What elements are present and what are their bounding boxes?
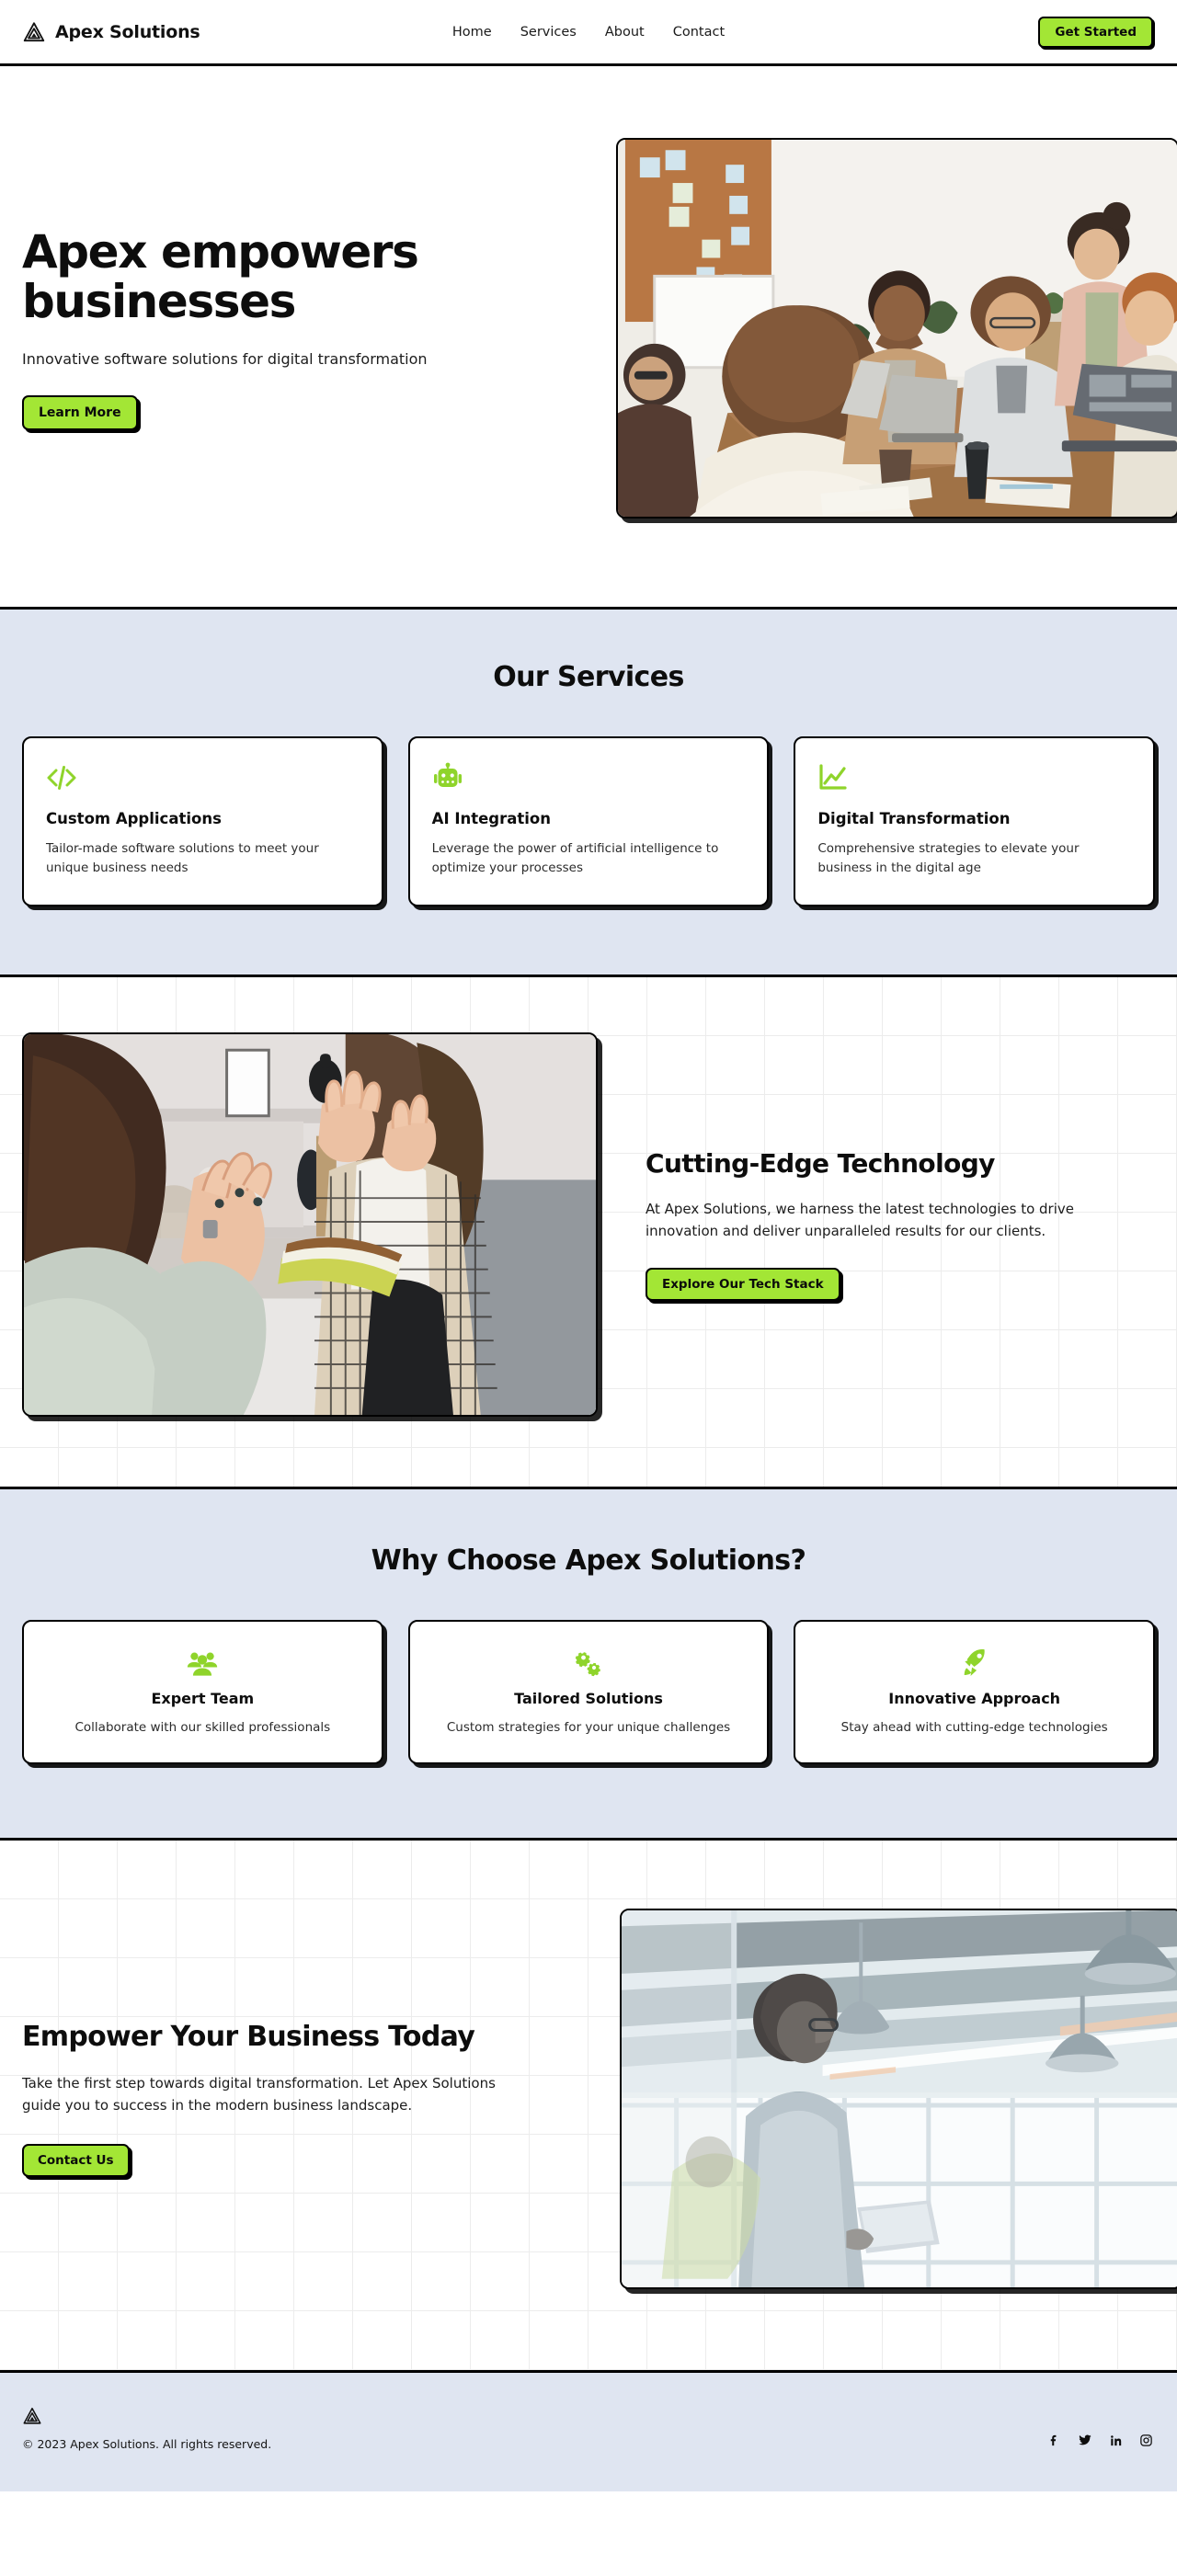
why-card-title: Innovative Approach	[888, 1690, 1061, 1708]
why-card-text: Collaborate with our skilled professiona…	[74, 1720, 331, 1736]
technology-section: Cutting-Edge Technology At Apex Solution…	[0, 975, 1177, 1487]
rocket-icon	[814, 1647, 1135, 1677]
cta-title: Empower Your Business Today	[22, 2021, 475, 2054]
services-title: Our Services	[493, 661, 684, 693]
service-card-title: Digital Transformation	[817, 810, 1011, 827]
robot-icon	[432, 762, 746, 793]
cta-text: Take the first step towards digital tran…	[22, 2075, 496, 2114]
why-card-text: Stay ahead with cutting-edge technologie…	[840, 1720, 1108, 1736]
why-card-innovative-approach[interactable]: Innovative Approach Stay ahead with cutt…	[794, 1620, 1156, 1765]
footer-left: © 2023 Apex Solutions. All rights reserv…	[22, 2406, 271, 2451]
instagram-icon[interactable]	[1139, 2434, 1153, 2447]
learn-more-button[interactable]: Learn More	[22, 394, 138, 430]
footer-social-links	[1047, 2433, 1153, 2451]
nav-item-services[interactable]: Services	[520, 25, 577, 40]
nav-item-home[interactable]: Home	[452, 25, 492, 40]
why-card-title: Tailored Solutions	[514, 1690, 663, 1708]
why-choose-title: Why Choose Apex Solutions?	[371, 1544, 806, 1578]
linkedin-icon[interactable]	[1109, 2434, 1123, 2447]
brand-name: Apex Solutions	[55, 21, 200, 42]
services-section: Our Services Custom Applications Tailor-…	[0, 607, 1177, 975]
site-footer: © 2023 Apex Solutions. All rights reserv…	[0, 2370, 1177, 2492]
hero-title: Apex empowers businesses	[22, 224, 419, 328]
technology-image	[22, 1032, 598, 1418]
service-card-text: Tailor-made software solutions to meet y…	[46, 841, 319, 875]
why-card-tailored-solutions[interactable]: Tailored Solutions Custom strategies for…	[407, 1620, 770, 1765]
service-card-ai-integration[interactable]: AI Integration Leverage the power of art…	[407, 736, 770, 907]
facebook-icon[interactable]	[1047, 2434, 1061, 2447]
hero-subtitle: Innovative software solutions for digita…	[22, 349, 428, 368]
technology-title: Cutting-Edge Technology	[646, 1148, 995, 1180]
contact-us-button[interactable]: Contact Us	[22, 2143, 130, 2177]
users-group-icon	[42, 1647, 363, 1677]
why-card-row: Expert Team Collaborate with our skilled…	[0, 1620, 1177, 1765]
explore-tech-stack-button[interactable]: Explore Our Tech Stack	[646, 1267, 840, 1301]
service-card-title: AI Integration	[431, 810, 551, 827]
service-card-title: Custom Applications	[46, 810, 222, 827]
get-started-button[interactable]: Get Started	[1038, 16, 1153, 48]
service-card-text: Leverage the power of artificial intelli…	[431, 841, 719, 875]
service-card-text: Comprehensive strategies to elevate your…	[817, 841, 1080, 875]
main-nav: Home Services About Contact	[452, 25, 725, 40]
footer-copyright: © 2023 Apex Solutions. All rights reserv…	[22, 2437, 272, 2452]
nav-item-about[interactable]: About	[605, 25, 645, 40]
twitter-icon[interactable]	[1078, 2433, 1092, 2447]
site-header: Apex Solutions Home Services About Conta…	[0, 0, 1177, 66]
line-chart-icon	[817, 762, 1131, 793]
technology-text: At Apex Solutions, we harness the latest…	[646, 1201, 1074, 1239]
apex-triangle-icon	[22, 2406, 42, 2426]
why-choose-section: Why Choose Apex Solutions? Expert Team C…	[0, 1487, 1177, 1839]
code-brackets-icon	[46, 762, 360, 793]
hero-copy: Apex empowers businesses Innovative soft…	[22, 227, 592, 430]
cta-section: Empower Your Business Today Take the fir…	[0, 1838, 1177, 2370]
nav-item-contact[interactable]: Contact	[673, 25, 725, 40]
why-card-expert-team[interactable]: Expert Team Collaborate with our skilled…	[22, 1620, 383, 1765]
service-card-digital-transformation[interactable]: Digital Transformation Comprehensive str…	[794, 736, 1156, 907]
hero-section: Apex empowers businesses Innovative soft…	[0, 66, 1177, 607]
brand-logo[interactable]: Apex Solutions	[22, 20, 200, 44]
cta-copy: Empower Your Business Today Take the fir…	[22, 2021, 592, 2177]
services-card-row: Custom Applications Tailor-made software…	[0, 736, 1177, 907]
technology-copy: Cutting-Edge Technology At Apex Solution…	[646, 1148, 1155, 1301]
apex-triangle-icon	[22, 20, 46, 44]
service-card-custom-applications[interactable]: Custom Applications Tailor-made software…	[22, 736, 383, 907]
why-card-text: Custom strategies for your unique challe…	[446, 1720, 731, 1736]
gears-icon	[429, 1647, 749, 1677]
why-card-title: Expert Team	[151, 1690, 255, 1708]
hero-image	[616, 138, 1177, 519]
cta-image	[620, 1909, 1177, 2290]
